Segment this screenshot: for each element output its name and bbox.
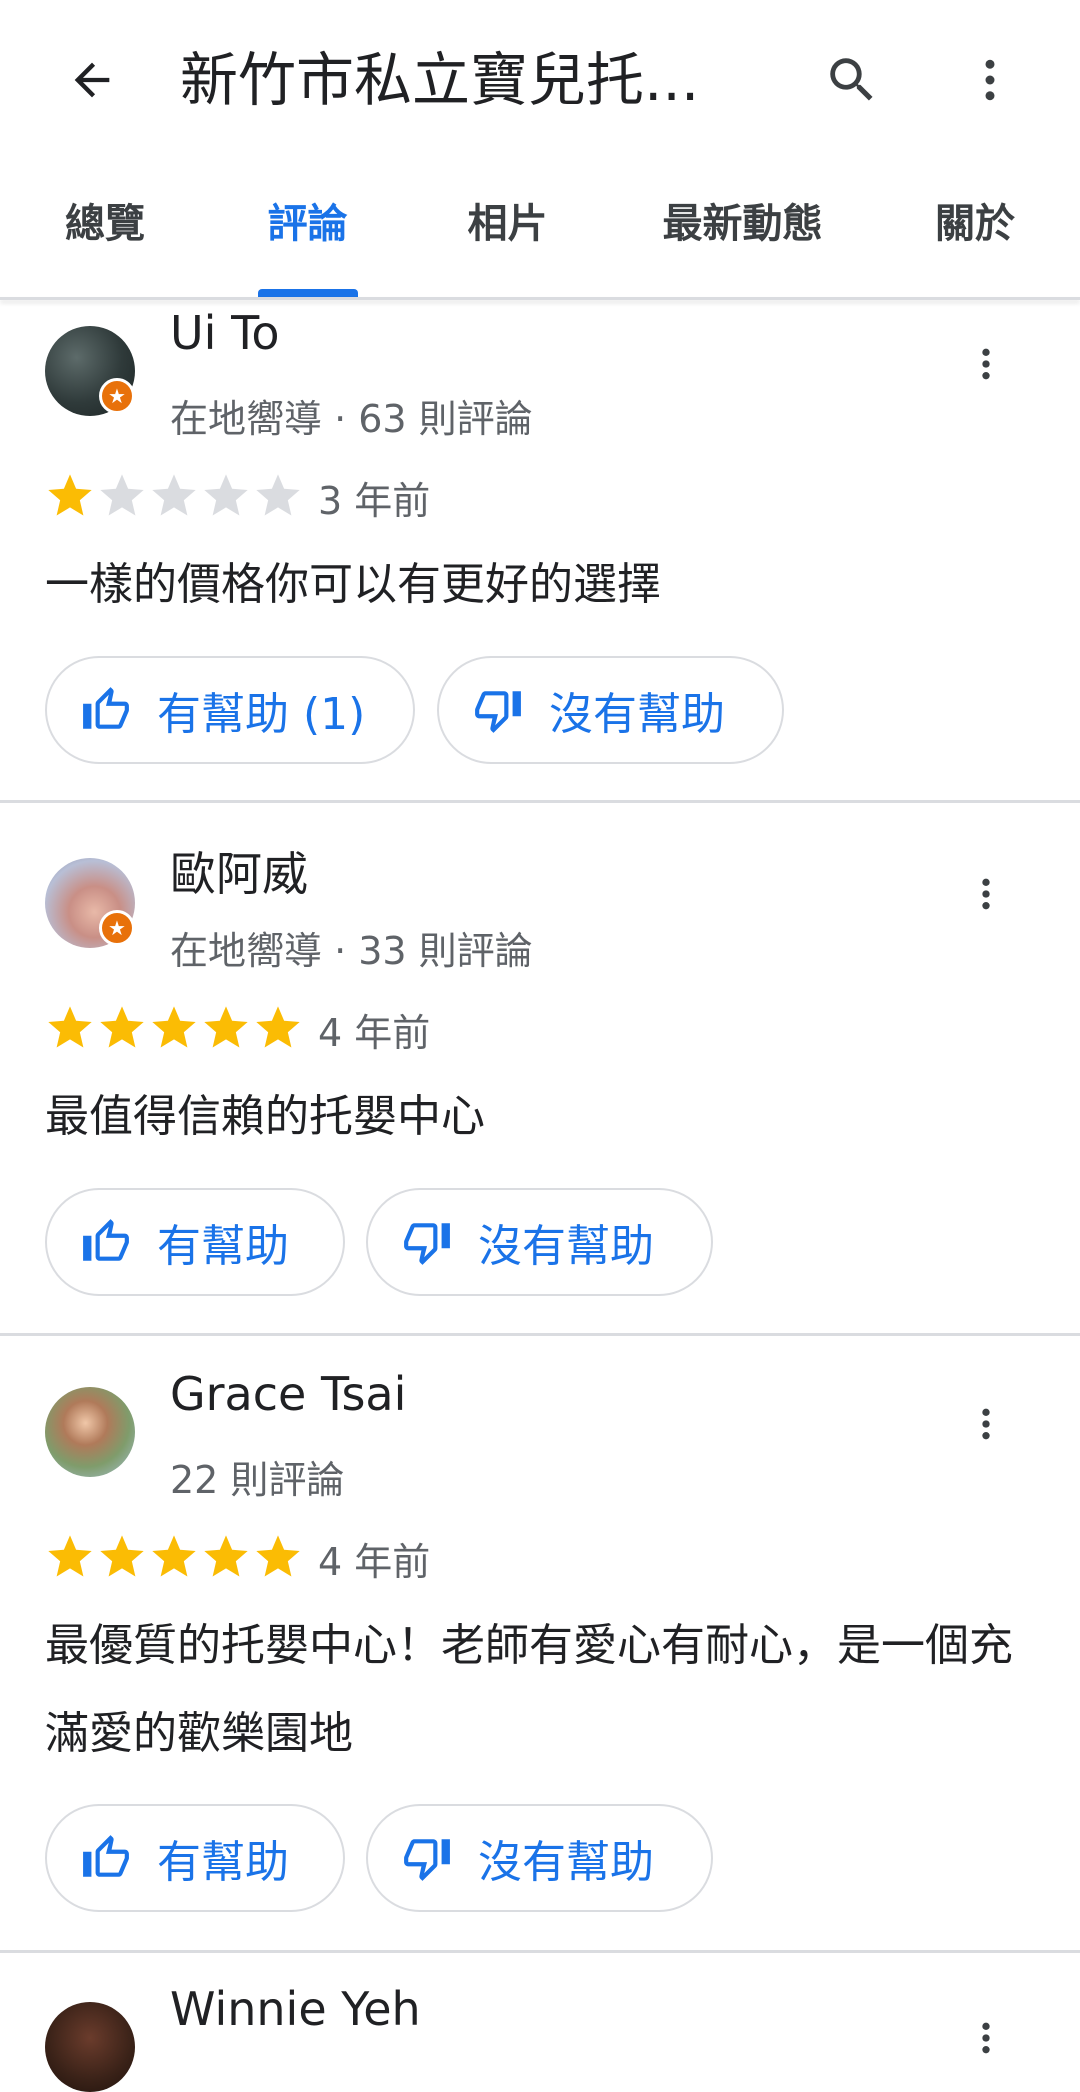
star-rating	[44, 1002, 304, 1054]
not-helpful-button[interactable]: 沒有幫助	[366, 1804, 713, 1912]
star-filled-icon	[204, 1006, 248, 1048]
review-date: 4 年前	[318, 1011, 431, 1055]
reviewer-name[interactable]: Winnie Yeh	[170, 1982, 421, 2036]
helpful-label: 有幫助	[157, 1837, 289, 1888]
not-helpful-label: 沒有幫助	[478, 1837, 654, 1888]
tab-about[interactable]: 關於	[915, 178, 1035, 298]
helpful-button[interactable]: 有幫助 (1)	[45, 656, 415, 764]
reviewer-meta: 在地嚮導 · 33 則評論	[170, 929, 533, 973]
star-filled-icon	[204, 1535, 248, 1577]
local-guide-badge-icon: ★	[99, 378, 135, 414]
avatar[interactable]: ★	[45, 858, 135, 948]
avatar[interactable]	[45, 2002, 135, 2092]
not-helpful-label: 沒有幫助	[478, 1221, 654, 1272]
tab-overview[interactable]: 總覽	[40, 178, 170, 298]
more-vert-icon	[982, 348, 990, 380]
thumb-up-icon	[83, 687, 129, 729]
tab-updates[interactable]: 最新動態	[640, 178, 845, 298]
avatar[interactable]	[45, 1387, 135, 1477]
review-date: 3 年前	[318, 479, 431, 523]
reviewer-name[interactable]: Grace Tsai	[170, 1367, 406, 1421]
review-divider	[0, 1950, 1080, 1953]
star-filled-icon	[152, 1006, 196, 1048]
thumb-down-icon	[475, 691, 521, 733]
thumb-down-icon	[404, 1223, 450, 1265]
star-filled-icon	[256, 1535, 300, 1577]
star-empty-icon	[100, 474, 144, 516]
top-app-bar: 新竹市私立寶兒托...	[0, 0, 1080, 160]
reviewer-meta: 22 則評論	[170, 1458, 345, 1502]
star-filled-icon	[100, 1006, 144, 1048]
review-more-button[interactable]	[966, 1388, 1006, 1460]
helpful-button[interactable]: 有幫助	[45, 1188, 345, 1296]
arrow-back-icon	[74, 62, 110, 98]
star-filled-icon	[152, 1535, 196, 1577]
more-vert-icon	[982, 2022, 990, 2054]
more-vert-icon	[982, 1408, 990, 1440]
star-rating	[44, 1531, 304, 1583]
star-empty-icon	[256, 474, 300, 516]
reviewer-name[interactable]: Ui To	[170, 306, 280, 360]
review-divider	[0, 1333, 1080, 1336]
star-filled-icon	[256, 1006, 300, 1048]
star-filled-icon	[48, 1006, 92, 1048]
star-empty-icon	[204, 474, 248, 516]
review-more-button[interactable]	[966, 858, 1006, 930]
review-text: 最優質的托嬰中心！老師有愛心有耐心，是一個充滿愛的歡樂園地	[45, 1620, 1013, 1759]
search-icon	[830, 58, 873, 101]
star-filled-icon	[48, 474, 92, 516]
place-title: 新竹市私立寶兒托...	[180, 46, 700, 114]
local-guide-badge-icon: ★	[99, 910, 135, 946]
search-button[interactable]	[816, 44, 888, 116]
review-date: 4 年前	[318, 1540, 431, 1584]
more-options-button[interactable]	[954, 44, 1026, 116]
more-vert-icon	[985, 59, 995, 101]
review-divider	[0, 800, 1080, 803]
tab-bar-divider	[0, 297, 1080, 300]
avatar[interactable]: ★	[45, 326, 135, 416]
tab-bar: 總覽 評論 相片 最新動態 關於	[0, 178, 1080, 298]
tab-photos[interactable]: 相片	[440, 178, 575, 298]
star-empty-icon	[152, 474, 196, 516]
review-text: 最值得信賴的托嬰中心	[45, 1091, 485, 1142]
not-helpful-button[interactable]: 沒有幫助	[366, 1188, 713, 1296]
thumb-down-icon	[404, 1839, 450, 1881]
helpful-button[interactable]: 有幫助	[45, 1804, 345, 1912]
thumb-up-icon	[83, 1835, 129, 1877]
not-helpful-button[interactable]: 沒有幫助	[437, 656, 784, 764]
review-more-button[interactable]	[966, 328, 1006, 400]
review-text: 一樣的價格你可以有更好的選擇	[45, 559, 661, 610]
star-filled-icon	[100, 1535, 144, 1577]
helpful-label: 有幫助	[157, 1221, 289, 1272]
not-helpful-label: 沒有幫助	[549, 689, 725, 740]
back-button[interactable]	[56, 44, 128, 116]
thumb-up-icon	[83, 1219, 129, 1261]
tab-reviews[interactable]: 評論	[240, 178, 375, 298]
active-tab-indicator	[258, 289, 358, 297]
review-more-button[interactable]	[966, 2002, 1006, 2074]
more-vert-icon	[982, 878, 990, 910]
reviewer-name[interactable]: 歐阿威	[170, 838, 308, 904]
helpful-label: 有幫助 (1)	[157, 689, 366, 740]
star-filled-icon	[48, 1535, 92, 1577]
star-rating	[44, 470, 304, 522]
reviewer-meta: 在地嚮導 · 63 則評論	[170, 397, 533, 441]
